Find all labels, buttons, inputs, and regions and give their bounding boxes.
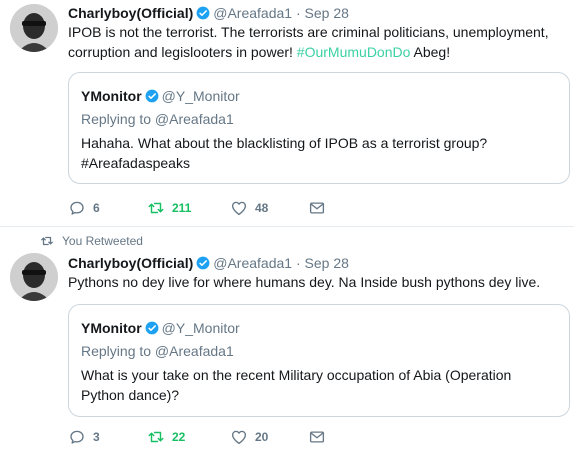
tweet-2[interactable]: You Retweeted Charlyboy(Official) @Areafa… (0, 227, 574, 454)
author-name[interactable]: Charlyboy(Official) (68, 5, 193, 21)
timestamp[interactable]: Sep 28 (305, 255, 349, 271)
retweet-button[interactable]: 211 (147, 198, 191, 218)
heart-icon (231, 201, 247, 216)
quoted-tweet[interactable]: YMonitor @Y_Monitor Replying to @Areafada… (68, 72, 570, 184)
retweet-button[interactable]: 22 (147, 427, 185, 447)
tweet-text: Pythons no dey live for where humans dey… (68, 274, 541, 290)
like-button[interactable]: 20 (230, 427, 268, 447)
quote-text-line: #Areafadaspeaks (81, 155, 190, 171)
retweet-count: 22 (172, 430, 186, 444)
quote-header: YMonitor @Y_Monitor (81, 319, 240, 337)
quote-text: Hahaha. What about the blacklisting of I… (81, 133, 551, 173)
verified-badge-icon (196, 6, 210, 20)
direct-message-button[interactable] (308, 198, 333, 218)
author-handle[interactable]: @Areafada1 (213, 255, 292, 271)
quote-header: YMonitor @Y_Monitor (81, 87, 240, 105)
tweet-text-tail: Abeg! (410, 44, 451, 60)
retweet-count: 211 (172, 201, 192, 215)
verified-badge-icon (145, 89, 159, 103)
quote-text-line: Python dance)? (81, 387, 180, 403)
separator-dot: · (295, 255, 301, 271)
replying-to: Replying to @Areafada1 (81, 111, 234, 127)
like-count: 20 (255, 430, 269, 444)
author-name[interactable]: Charlyboy(Official) (68, 255, 193, 271)
hashtag-link[interactable]: #OurMumuDonDo (297, 44, 411, 60)
quote-text: What is your take on the recent Military… (81, 365, 551, 405)
tweet-text: IPOB is not the terrorist. The terrorist… (68, 22, 563, 62)
avatar[interactable] (10, 4, 58, 52)
quote-text-line: What is your take on the recent Military… (81, 367, 512, 383)
like-count: 48 (255, 201, 269, 215)
quote-text-line: Hahaha. What about the blacklisting of I… (81, 135, 488, 151)
envelope-icon (309, 202, 325, 214)
envelope-icon (309, 431, 325, 443)
reply-icon (70, 430, 84, 444)
tweet-actions: 3 22 20 (68, 427, 358, 447)
quote-author-name: YMonitor (81, 88, 142, 104)
tweet-actions: 6 211 48 (68, 198, 358, 218)
direct-message-button[interactable] (308, 427, 333, 447)
reply-button[interactable]: 3 (68, 427, 100, 447)
avatar[interactable] (10, 253, 58, 301)
avatar-image (10, 253, 58, 301)
avatar-image (10, 4, 58, 52)
like-button[interactable]: 48 (230, 198, 268, 218)
timestamp[interactable]: Sep 28 (305, 5, 349, 21)
verified-badge-icon (145, 321, 159, 335)
replying-to: Replying to @Areafada1 (81, 343, 234, 359)
retweet-icon (148, 431, 164, 443)
tweet-header: Charlyboy(Official) @Areafada1 · Sep 28 (68, 4, 349, 22)
reply-button[interactable]: 6 (68, 198, 100, 218)
reply-icon (70, 201, 84, 215)
quote-author-handle: @Y_Monitor (161, 88, 240, 104)
retweet-context: You Retweeted (40, 234, 143, 248)
author-handle[interactable]: @Areafada1 (213, 5, 292, 21)
tweet-1[interactable]: Charlyboy(Official) @Areafada1 · Sep 28 I… (0, 0, 574, 226)
reply-count: 6 (93, 201, 100, 215)
quoted-tweet[interactable]: YMonitor @Y_Monitor Replying to @Areafada… (68, 304, 570, 417)
quote-author-name: YMonitor (81, 320, 142, 336)
retweet-icon (148, 202, 164, 214)
tweet-header: Charlyboy(Official) @Areafada1 · Sep 28 (68, 254, 349, 272)
heart-icon (231, 430, 247, 445)
quote-author-handle: @Y_Monitor (161, 320, 240, 336)
retweet-icon (41, 236, 53, 246)
reply-count: 3 (93, 430, 100, 444)
verified-badge-icon (196, 256, 210, 270)
separator-dot: · (295, 5, 301, 21)
retweet-context-label: You Retweeted (62, 234, 143, 248)
